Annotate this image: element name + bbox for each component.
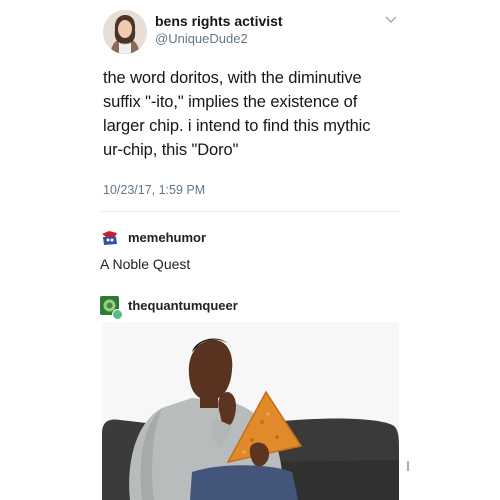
tweet-line: suffix "-ito," implies the existence of (103, 93, 358, 111)
user-handle[interactable]: @UniqueDude2 (155, 31, 248, 46)
tweet-line: the word doritos, with the diminutive (103, 69, 362, 87)
reblog-header-memehumor: memehumor (100, 228, 206, 247)
reblog-comment: A Noble Quest (100, 256, 191, 272)
meme-image (102, 322, 399, 500)
tweet-line: ur-chip, this "Doro" (103, 141, 239, 159)
memehumor-avatar[interactable] (100, 228, 119, 247)
refresh-badge-icon (112, 309, 123, 320)
divider (100, 211, 400, 212)
scroll-indicator[interactable] (407, 461, 409, 471)
tweet-line: larger chip. i intend to find this mythi… (103, 117, 371, 135)
tweet-card: bens rights activist @UniqueDude2 the wo… (100, 0, 400, 212)
reblog-username[interactable]: memehumor (128, 230, 206, 245)
avatar[interactable] (103, 10, 147, 54)
tweet-text: the word doritos, with the diminutive su… (103, 66, 393, 162)
tweet-timestamp[interactable]: 10/23/17, 1:59 PM (103, 183, 205, 197)
profile-photo-icon (103, 10, 147, 54)
display-name[interactable]: bens rights activist (155, 13, 283, 29)
reblog-username[interactable]: thequantumqueer (128, 298, 238, 313)
chevron-down-icon[interactable] (385, 15, 397, 25)
